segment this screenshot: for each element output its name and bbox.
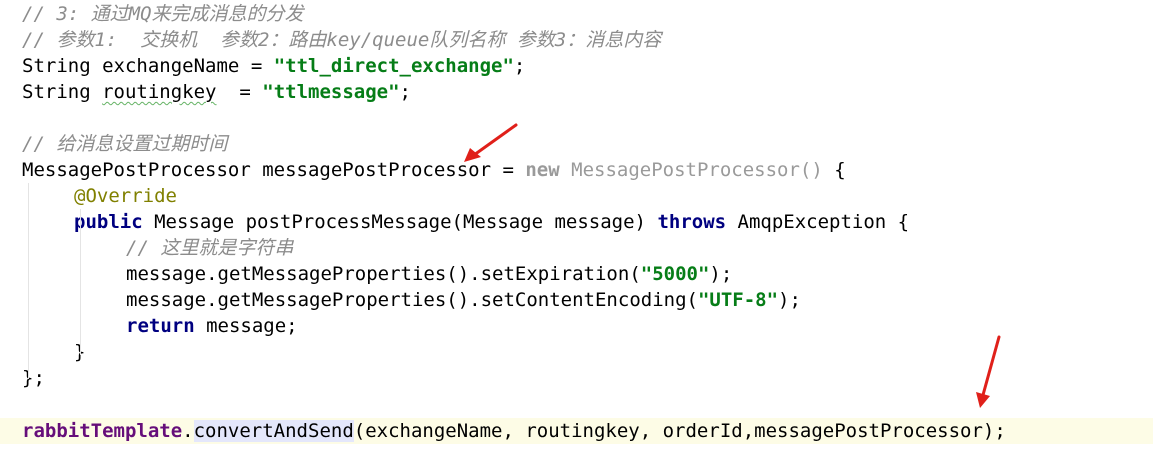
method-call: message.getMessageProperties().setConten… [126, 289, 698, 311]
string-literal: "5000" [640, 263, 710, 285]
variable-name: routingkey [102, 81, 217, 103]
code-line-10: // 这里就是字符串 [126, 235, 1153, 261]
code-line-13: return message; [126, 313, 1153, 339]
indent-guide [80, 209, 81, 355]
code-line-8: @Override [74, 183, 1153, 209]
type-name: String [22, 55, 91, 77]
method-signature: Message postProcessMessage(Message messa… [154, 211, 646, 233]
code-line-15: }; [22, 365, 1153, 391]
code-line-2: // 参数1: 交换机 参数2：路由key/queue队列名称 参数3：消息内容 [22, 27, 1153, 53]
variable-name: messagePostProcessor [262, 159, 492, 181]
comment: // 3: 通过MQ来完成消息的分发 [22, 3, 304, 25]
indent-guide [28, 183, 29, 379]
type-name: String [22, 81, 91, 103]
field-name: rabbitTemplate [22, 420, 183, 442]
code-line-17-current: rabbitTemplate.convertAndSend(exchangeNa… [0, 418, 1153, 444]
operator: = [491, 159, 526, 181]
comment: // 这里就是字符串 [126, 237, 294, 259]
operator: = [216, 81, 263, 103]
keyword-throws: throws [657, 211, 727, 233]
code-line-9: public Message postProcessMessage(Messag… [74, 209, 1153, 235]
string-literal: "ttlmessage" [262, 81, 400, 103]
call-arguments: (exchangeName, routingkey, orderId,messa… [353, 420, 1006, 442]
comment: // 给消息设置过期时间 [22, 133, 228, 155]
code-line-12: message.getMessageProperties().setConten… [126, 287, 1153, 313]
constructor-call: MessagePostProcessor() [571, 159, 823, 181]
semicolon: ; [513, 55, 526, 77]
code-line-1: // 3: 通过MQ来完成消息的分发 [22, 1, 1153, 27]
method-call: message.getMessageProperties().setExpira… [126, 263, 641, 285]
keyword-new: new [525, 159, 560, 181]
paren: ); [778, 289, 801, 311]
return-value: message; [206, 315, 298, 337]
code-line-14: } [74, 339, 1153, 365]
operator: = [239, 55, 274, 77]
code-editor[interactable]: // 3: 通过MQ来完成消息的分发 // 参数1: 交换机 参数2：路由key… [0, 0, 1153, 460]
string-literal: "ttl_direct_exchange" [273, 55, 514, 77]
brace: }; [22, 367, 45, 389]
type-name: MessagePostProcessor [22, 159, 251, 181]
exception-type: AmqpException { [737, 211, 910, 233]
annotation: @Override [74, 185, 177, 207]
string-literal: "UTF-8" [697, 289, 779, 311]
paren: ); [709, 263, 733, 285]
method-name-highlighted: convertAndSend [193, 420, 354, 442]
keyword-return: return [126, 315, 195, 337]
code-line-3: String exchangeName = "ttl_direct_exchan… [22, 53, 1153, 79]
code-line-4: String routingkey = "ttlmessage"; [22, 79, 1153, 105]
code-line-11: message.getMessageProperties().setExpira… [126, 261, 1153, 287]
keyword-public: public [74, 211, 143, 233]
semicolon: ; [399, 81, 411, 103]
code-line-7: MessagePostProcessor messagePostProcesso… [22, 157, 1153, 183]
brace: { [834, 159, 846, 181]
comment: // 参数1: 交换机 参数2：路由key/queue队列名称 参数3：消息内容 [22, 29, 662, 51]
code-line-6: // 给消息设置过期时间 [22, 131, 1153, 157]
variable-name: exchangeName [102, 55, 240, 77]
dot: . [182, 420, 194, 442]
